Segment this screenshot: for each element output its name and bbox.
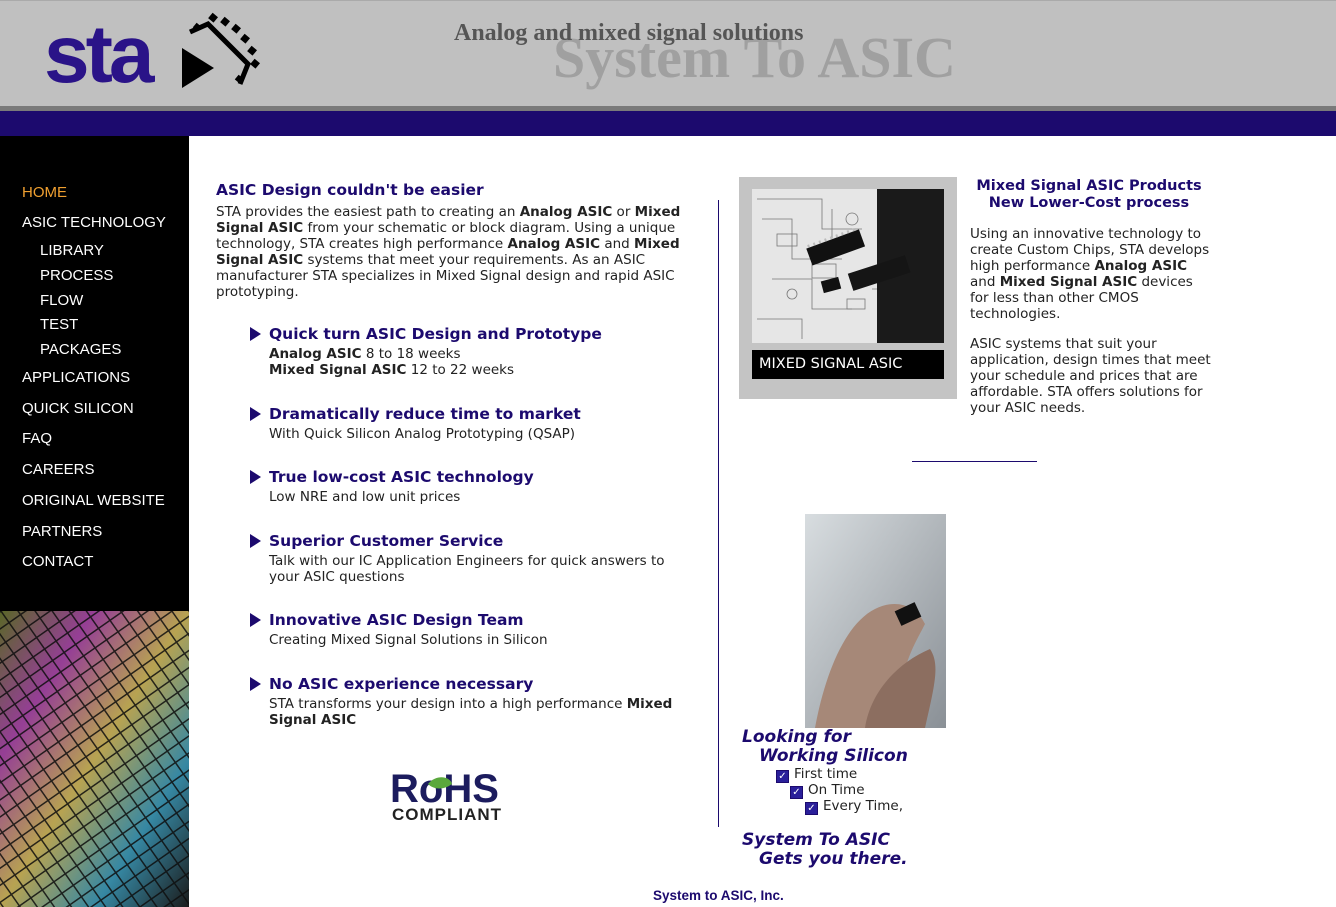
wafer-image: [0, 611, 189, 907]
products-paragraph-1: Using an innovative technology to create…: [970, 226, 1210, 322]
nav-item-process[interactable]: PROCESS: [40, 267, 113, 284]
section-divider: [912, 461, 1037, 462]
nav-item-partners[interactable]: PARTNERS: [22, 523, 102, 540]
checkbox-checked-icon: ✓: [790, 786, 803, 799]
rohs-logo: RoHS COMPLIANT: [390, 767, 502, 824]
triangle-bullet-icon: [250, 534, 261, 548]
nav-item-test[interactable]: TEST: [40, 316, 78, 333]
nav-item-quick-silicon[interactable]: QUICK SILICON: [22, 400, 134, 417]
footer-company-name: System to ASIC, Inc.: [653, 888, 784, 903]
checkbox-checked-icon: ✓: [776, 770, 789, 783]
chip-photo: [752, 189, 944, 343]
triangle-bullet-icon: [250, 613, 261, 627]
nav-item-contact[interactable]: CONTACT: [22, 553, 93, 570]
triangle-bullet-icon: [250, 677, 261, 691]
feature-quick-turn: Quick turn ASIC Design and Prototype Ana…: [250, 324, 710, 378]
intro-title: ASIC Design couldn't be easier: [216, 181, 484, 199]
nav-item-library[interactable]: LIBRARY: [40, 242, 104, 259]
slogan-gets-you-there: Gets you there.: [759, 849, 908, 869]
slogan-system-to-asic: System To ASIC: [742, 830, 890, 850]
nav-item-home[interactable]: HOME: [22, 184, 67, 201]
hand-chip-photo: [805, 514, 946, 728]
feature-no-experience: No ASIC experience necessary STA transfo…: [250, 674, 710, 728]
intro-paragraph: STA provides the easiest path to creatin…: [216, 204, 681, 300]
check-item-every-time: ✓ Every Time,: [805, 798, 903, 815]
header-band: [0, 111, 1336, 136]
checkbox-checked-icon: ✓: [805, 802, 818, 815]
chip-caption: MIXED SIGNAL ASIC: [752, 350, 944, 379]
triangle-bullet-icon: [250, 327, 261, 341]
feature-design-team: Innovative ASIC Design Team Creating Mix…: [250, 610, 710, 648]
nav-item-original-website[interactable]: ORIGINAL WEBSITE: [22, 492, 165, 509]
logo-arrow-icon: [182, 12, 260, 88]
nav-item-asic-technology[interactable]: ASIC TECHNOLOGY: [22, 214, 166, 231]
nav-item-packages[interactable]: PACKAGES: [40, 341, 121, 358]
check-item-first-time: ✓ First time: [776, 766, 857, 783]
svg-text:COMPLIANT: COMPLIANT: [392, 805, 502, 824]
triangle-bullet-icon: [250, 407, 261, 421]
tagline-analog: Analog and mixed signal solutions: [454, 20, 804, 46]
nav-item-flow[interactable]: FLOW: [40, 292, 83, 309]
nav-item-applications[interactable]: APPLICATIONS: [22, 369, 130, 386]
feature-low-cost: True low-cost ASIC technology Low NRE an…: [250, 467, 710, 505]
products-paragraph-2: ASIC systems that suit your application,…: [970, 336, 1211, 416]
triangle-bullet-icon: [250, 470, 261, 484]
column-divider: [718, 200, 719, 827]
products-title[interactable]: Mixed Signal ASIC Products New Lower-Cost…: [960, 178, 1218, 212]
sta-logo[interactable]: sta: [44, 10, 154, 100]
check-item-on-time: ✓ On Time: [790, 782, 865, 799]
nav-item-careers[interactable]: CAREERS: [22, 461, 95, 478]
feature-time-to-market: Dramatically reduce time to market With …: [250, 404, 710, 442]
looking-for-text: Looking for: [742, 727, 851, 747]
nav-item-faq[interactable]: FAQ: [22, 430, 52, 447]
feature-customer-service: Superior Customer Service Talk with our …: [250, 531, 710, 585]
working-silicon-text: Working Silicon: [759, 746, 908, 766]
